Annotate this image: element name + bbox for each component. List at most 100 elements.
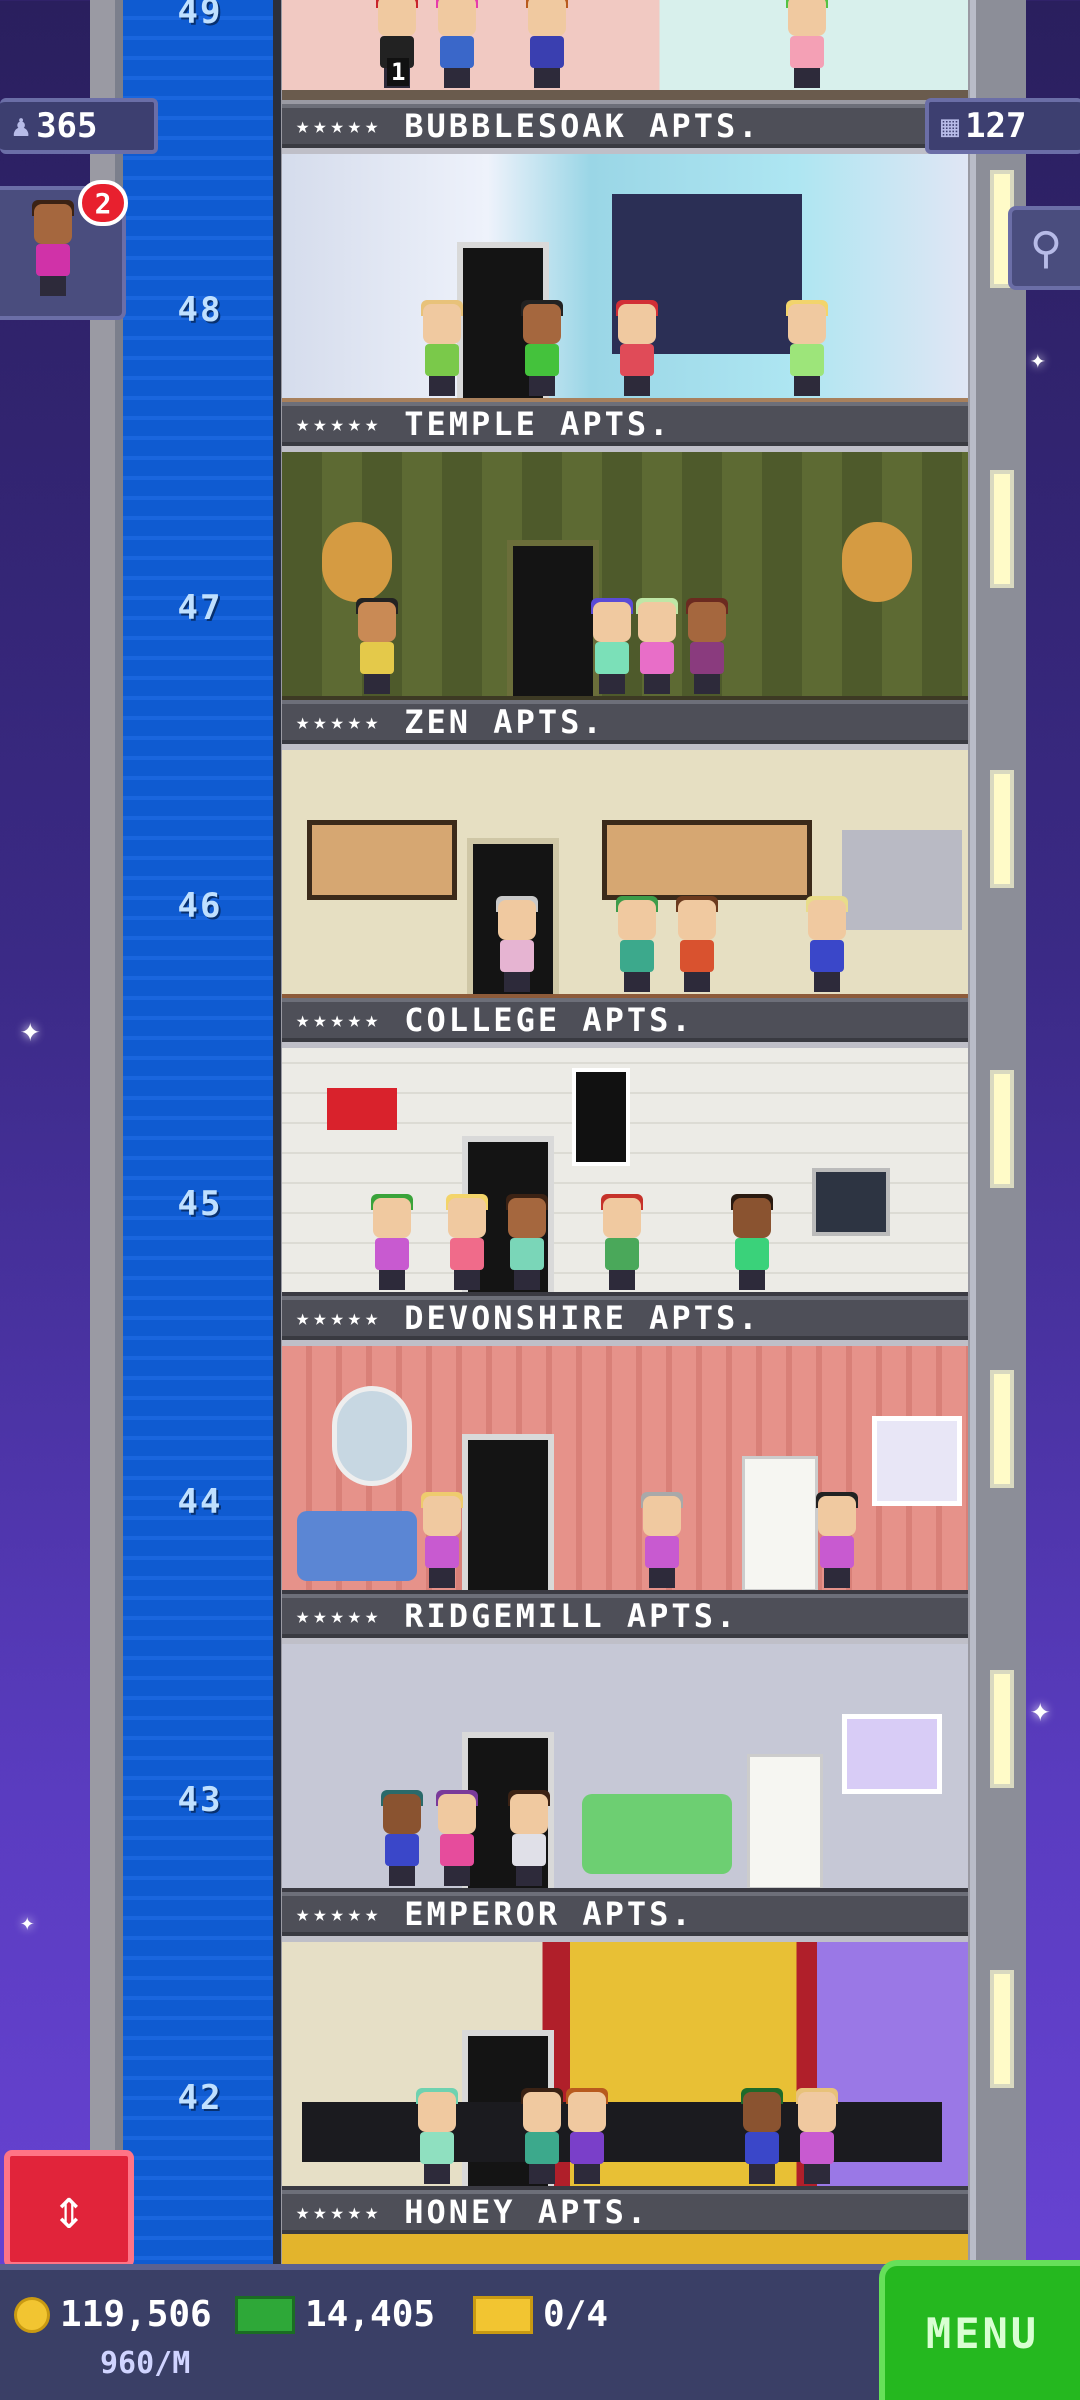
search-icon[interactable]: ⚲ <box>1008 206 1080 290</box>
resident[interactable] <box>597 1194 647 1290</box>
floor-number: 49 <box>177 0 223 32</box>
rating-stars: ★★★★★ <box>296 1603 383 1629</box>
person-icon: ♟ <box>12 108 31 144</box>
floor-number: 48 <box>177 290 223 330</box>
elevator-button[interactable]: ⇕ <box>4 2150 134 2268</box>
floor-number: 45 <box>177 1184 223 1224</box>
floor-counter[interactable]: ▦ 127 <box>925 98 1080 154</box>
floor-sign: ★★★★★ RIDGEMILL APTS. <box>282 1594 968 1638</box>
floors-value: 127 <box>965 106 1027 146</box>
floor-sign: ★★★★★ EMPEROR APTS. <box>282 1892 968 1936</box>
floor-name: DEVONSHIRE APTS. <box>404 1299 761 1337</box>
column-light <box>990 770 1014 888</box>
population-counter[interactable]: ♟ 365 <box>0 98 158 154</box>
floor-number: 47 <box>177 588 223 628</box>
room-ridgemill[interactable] <box>282 1340 968 1600</box>
rating-stars: ★★★★★ <box>296 1901 383 1927</box>
coin-icon <box>14 2296 50 2333</box>
column-light <box>990 1370 1014 1488</box>
column-light <box>990 1670 1014 1788</box>
resident[interactable] <box>782 300 832 396</box>
sparkle-icon: ✦ <box>1030 345 1046 375</box>
ticket-icon <box>473 2295 533 2334</box>
column-light <box>990 470 1014 588</box>
resident[interactable] <box>417 1492 467 1588</box>
elevator-shaft[interactable] <box>115 0 281 2270</box>
resident[interactable] <box>792 2088 842 2184</box>
resident[interactable] <box>737 2088 787 2184</box>
resident[interactable] <box>562 2088 612 2184</box>
floor-number: 44 <box>177 1482 223 1522</box>
resident[interactable] <box>802 896 852 992</box>
notification-badge: 2 <box>78 180 128 226</box>
floor-sign: ★★★★★ DEVONSHIRE APTS. <box>282 1296 968 1340</box>
sparkle-icon: ✦ <box>1030 1690 1051 1730</box>
floor-number: 43 <box>177 1780 223 1820</box>
coins-value: 119,506 <box>60 2294 212 2335</box>
room-devonshire[interactable] <box>282 1042 968 1302</box>
resident[interactable] <box>352 598 402 694</box>
room-temple[interactable] <box>282 148 968 408</box>
floor-name: TEMPLE APTS. <box>404 405 672 443</box>
resident[interactable] <box>502 1194 552 1290</box>
building-icon: ▦ <box>941 108 960 144</box>
floor-sign: ★★★★★ BUBBLESOAK APTS. <box>282 104 968 148</box>
room-honey[interactable] <box>282 1936 968 2196</box>
floor-name: RIDGEMILL APTS. <box>404 1597 739 1635</box>
room-bubblesoak[interactable]: 1 <box>282 0 968 100</box>
bitizen-avatar <box>28 200 78 296</box>
sparkle-icon: ✦ <box>20 1908 35 1936</box>
resident[interactable] <box>612 300 662 396</box>
room-college[interactable] <box>282 744 968 1004</box>
floor-sign: ★★★★★ COLLEGE APTS. <box>282 998 968 1042</box>
resident[interactable] <box>812 1492 862 1588</box>
resident[interactable] <box>727 1194 777 1290</box>
bux-stat[interactable]: 14,405 <box>235 2294 435 2335</box>
rating-stars: ★★★★★ <box>296 113 383 139</box>
resident[interactable] <box>517 300 567 396</box>
floor-name: BUBBLESOAK APTS. <box>404 107 761 145</box>
coins-rate: 960/M <box>100 2346 191 2381</box>
column-light <box>990 1070 1014 1188</box>
room-emperor[interactable] <box>282 1638 968 1898</box>
resident[interactable] <box>517 2088 567 2184</box>
resident[interactable] <box>417 300 467 396</box>
floor-name: ZEN APTS. <box>404 703 605 741</box>
column-light <box>990 1970 1014 2088</box>
bux-value: 14,405 <box>305 2294 436 2335</box>
resident[interactable] <box>782 0 832 88</box>
floor-name: HONEY APTS. <box>404 2193 650 2231</box>
rating-stars: ★★★★★ <box>296 411 383 437</box>
floor-sign: ★★★★★ ZEN APTS. <box>282 700 968 744</box>
rating-stars: ★★★★★ <box>296 1305 383 1331</box>
resident[interactable] <box>612 896 662 992</box>
tickets-stat[interactable]: 0/4 <box>473 2294 608 2335</box>
resident[interactable] <box>672 896 722 992</box>
resident[interactable] <box>492 896 542 992</box>
resident[interactable] <box>367 1194 417 1290</box>
resident[interactable] <box>587 598 637 694</box>
resident[interactable] <box>637 1492 687 1588</box>
floor-number: 42 <box>177 2078 223 2118</box>
floor-name: COLLEGE APTS. <box>404 1001 694 1039</box>
coins-stat[interactable]: 119,506 <box>14 2294 212 2335</box>
floor-sign: ★★★★★ HONEY APTS. <box>282 2190 968 2234</box>
resident[interactable] <box>442 1194 492 1290</box>
floor-sign: ★★★★★ TEMPLE APTS. <box>282 402 968 446</box>
rating-stars: ★★★★★ <box>296 709 383 735</box>
sparkle-icon: ✦ <box>20 1010 41 1050</box>
resident[interactable] <box>682 598 732 694</box>
resident[interactable] <box>504 1790 554 1886</box>
resident[interactable] <box>432 0 482 88</box>
resident[interactable] <box>522 0 572 88</box>
resident[interactable] <box>377 1790 427 1886</box>
resident[interactable] <box>632 598 682 694</box>
menu-button[interactable]: MENU <box>879 2260 1080 2400</box>
resident[interactable] <box>432 1790 482 1886</box>
resident[interactable] <box>412 2088 462 2184</box>
room-zen[interactable] <box>282 446 968 706</box>
menu-label: MENU <box>925 2308 1040 2358</box>
up-down-arrows-icon: ⇕ <box>52 2176 86 2242</box>
bitizen-notification[interactable]: 2 <box>0 180 128 320</box>
population-value: 365 <box>36 106 98 146</box>
